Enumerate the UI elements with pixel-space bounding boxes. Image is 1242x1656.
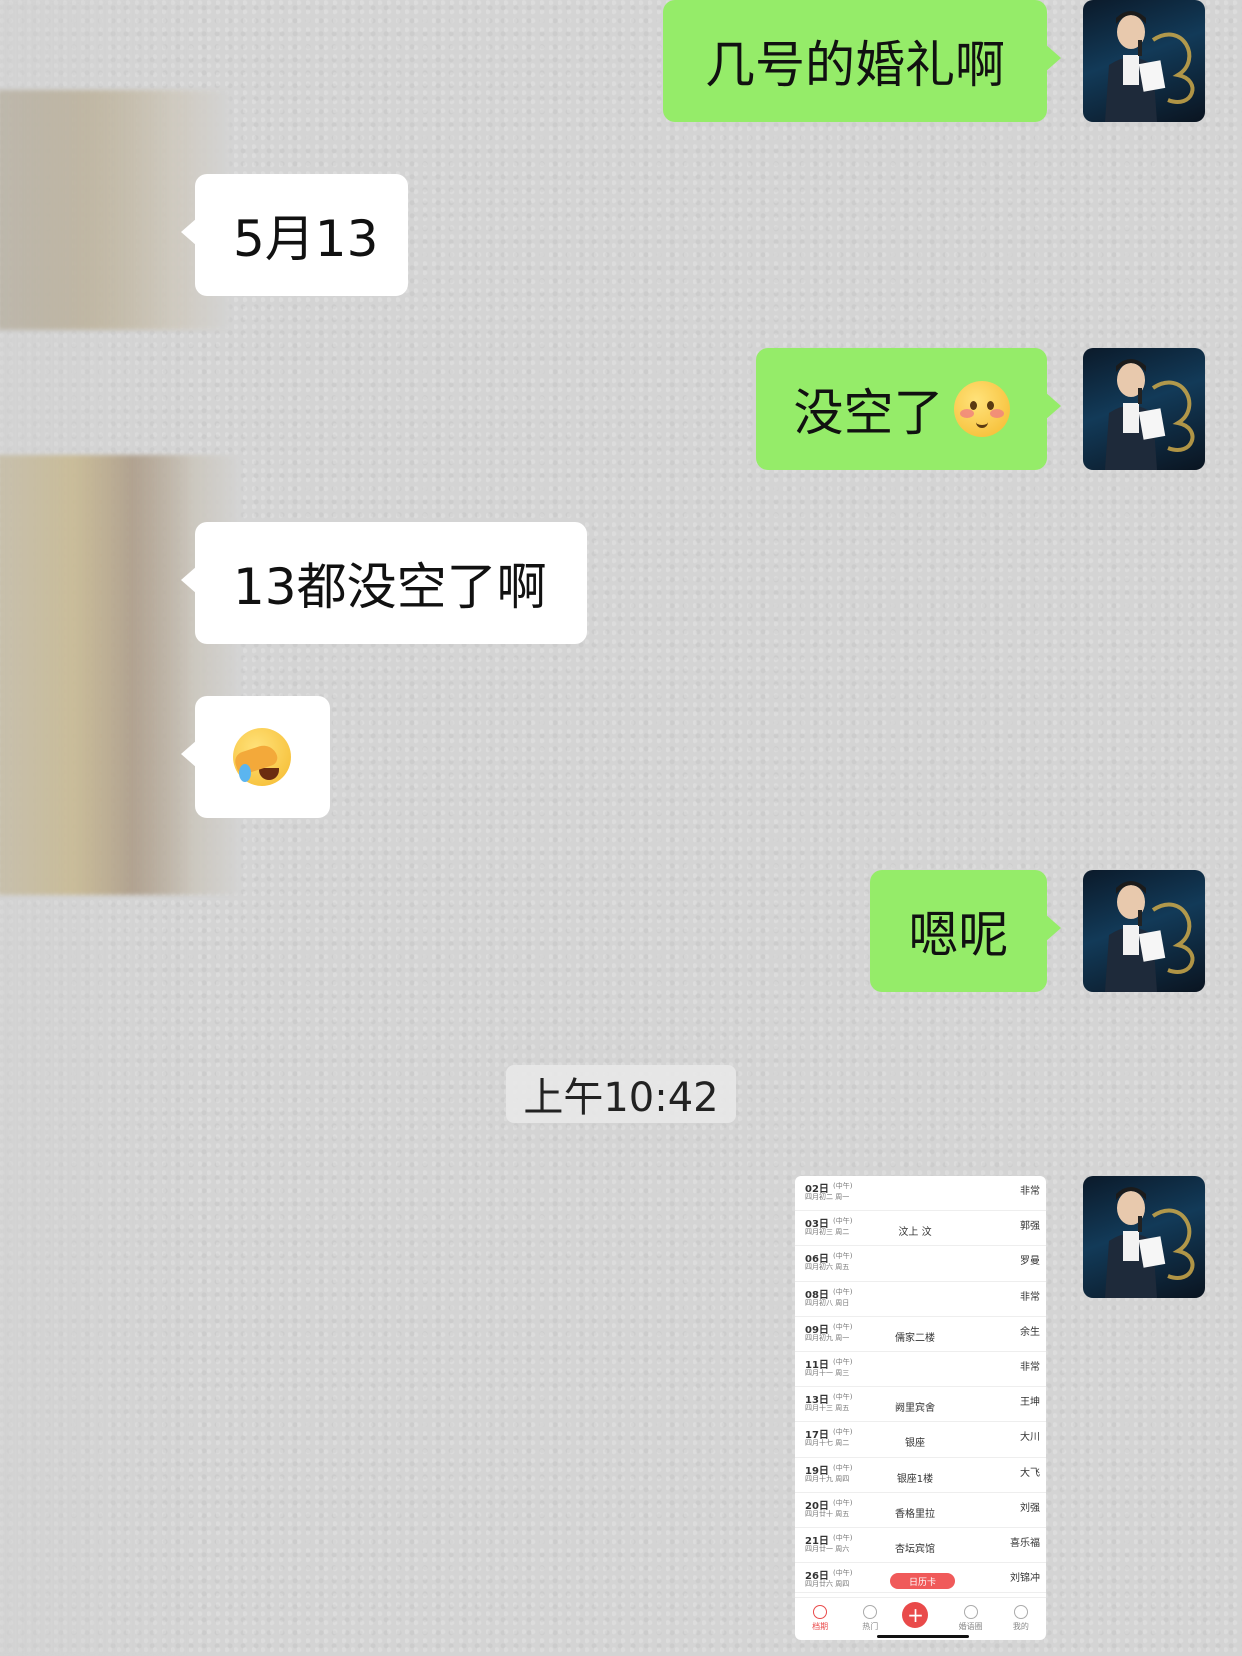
schedule-badge: 日历卡 [890,1573,955,1590]
my-avatar[interactable] [1083,348,1205,470]
planet-icon [963,1605,978,1619]
facepalm-emoji-icon [232,728,291,786]
schedule-lunar-date: 四月廿一 周六 [805,1544,850,1553]
schedule-venue: 银座1楼 [896,1473,934,1485]
schedule-meal: (中午) [833,1428,853,1437]
schedule-host-name: 刘强 [1020,1502,1040,1514]
schedule-lunar-date: 四月廿十 周五 [805,1509,850,1518]
schedule-host-name: 喜乐福 [1010,1537,1040,1549]
schedule-host-name: 刘锦冲 [1010,1573,1040,1585]
profile-icon [1013,1605,1028,1619]
schedule-host-name: 大飞 [1020,1467,1040,1479]
chat-timestamp: 上午10:42 [506,1065,736,1123]
hot-icon [863,1605,878,1619]
message-bubble-outgoing[interactable]: 没空了 [756,348,1061,470]
message-bubble-incoming[interactable]: 5月13 [181,174,408,296]
message-text: 几号的婚礼啊 [705,36,1005,94]
schedule-row: 11日 (中午) 四月十一 周三 非常 [795,1352,1046,1388]
message-bubble-incoming[interactable]: 13都没空了啊 [181,522,587,644]
home-indicator [877,1635,969,1638]
schedule-venue: 阙里宾舍 [895,1403,935,1415]
schedule-row: 20日 (中午) 四月廿十 周五 香格里拉 刘强 [795,1493,1046,1528]
schedule-meal: (中午) [833,1498,853,1507]
nav-item-hot: 热门 [852,1605,888,1632]
schedule-row: 13日 (中午) 四月十三 周五 阙里宾舍 王坤 [795,1387,1046,1423]
schedule-meal: (中午) [833,1287,853,1296]
schedule-lunar-date: 四月十三 周五 [805,1404,850,1413]
schedule-lunar-date: 四月廿六 周四 [805,1580,850,1589]
schedule-row: 21日 (中午) 四月廿一 周六 杏坛宾馆 喜乐福 [795,1528,1046,1564]
image-message-schedule-screenshot[interactable]: 02日 (中午) 四月初二 周一 非常 03日 (中午) 四月初三 周二 汶上 汶郭强 06日(… [795,1176,1046,1640]
schedule-lunar-date: 四月初九 周一 [805,1333,850,1342]
schedule-lunar-date: 四月初三 周二 [805,1228,850,1237]
schedule-lunar-date: 四月初二 周一 [805,1193,850,1201]
schedule-meal: (中午) [833,1252,853,1261]
schedule-venue: 杏坛宾馆 [895,1543,935,1555]
schedule-row: 19日 (中午) 四月十九 周四 银座1楼 大飞 [795,1458,1046,1493]
schedule-row: 17日 (中午) 四月十七 周二 银座 大川 [795,1422,1046,1458]
schedule-host-name: 大川 [1020,1432,1040,1444]
timestamp-text: 上午10:42 [523,1075,719,1121]
my-avatar[interactable] [1083,870,1205,992]
schedule-host-name: 余生 [1020,1326,1040,1338]
nav-item-mine: 我的 [1003,1605,1039,1632]
message-bubble-outgoing[interactable]: 嗯呢 [870,870,1061,992]
schedule-venue: 汶上 汶 [898,1227,932,1239]
schedule-lunar-date: 四月初六 周五 [805,1263,850,1272]
schedule-host-name: 非常 [1020,1186,1040,1197]
nav-item-circle: 婚语圈 [953,1605,989,1632]
schedule-row: 09日 (中午) 四月初九 周一 儒家二楼 余生 [795,1317,1046,1352]
faded-left-edge [0,0,190,1656]
schedule-host-name: 郭强 [1020,1221,1040,1233]
schedule-venue: 银座 [905,1438,925,1450]
schedule-row: 03日 (中午) 四月初三 周二 汶上 汶郭强 [795,1211,1046,1247]
message-bubble-outgoing[interactable]: 几号的婚礼啊 [663,0,1061,122]
plus-icon: + [902,1602,929,1628]
schedule-lunar-date: 四月十七 周二 [805,1439,850,1448]
schedule-meal: (中午) [833,1393,853,1402]
schedule-host-name: 非常 [1020,1291,1040,1303]
nav-item-add: + [902,1602,938,1632]
schedule-list: 02日 (中午) 四月初二 周一 非常 03日 (中午) 四月初三 周二 汶上 汶郭强 06日(… [795,1176,1046,1599]
message-bubble-incoming[interactable] [181,696,330,818]
schedule-host-name: 罗曼 [1020,1256,1040,1268]
schedule-meal: (中午) [833,1569,853,1578]
nav-item-schedule: 档期 [802,1605,838,1632]
schedule-host-name: 王坤 [1020,1397,1040,1409]
clock-icon [813,1605,828,1619]
message-text: 13都没空了啊 [233,558,547,616]
schedule-lunar-date: 四月十一 周三 [805,1368,850,1377]
schedule-meal: (中午) [833,1463,853,1472]
message-text: 没空了 [793,384,944,442]
schedule-venue: 香格里拉 [895,1508,935,1520]
schedule-row: 08日 (中午) 四月初八 周日 非常 [795,1282,1046,1317]
smiling-blush-emoji-icon [953,381,1010,437]
my-avatar[interactable] [1083,0,1205,122]
schedule-meal: (中午) [833,1533,853,1542]
schedule-venue: 儒家二楼 [895,1332,935,1344]
schedule-meal: (中午) [833,1357,853,1366]
schedule-row: 02日 (中午) 四月初二 周一 非常 [795,1176,1046,1212]
schedule-lunar-date: 四月十九 周四 [805,1474,850,1483]
schedule-meal: (中午) [833,1182,853,1190]
schedule-meal: (中午) [833,1217,853,1226]
my-avatar[interactable] [1083,1176,1205,1298]
message-text: 5月13 [233,210,379,268]
schedule-lunar-date: 四月初八 周日 [805,1298,850,1307]
schedule-host-name: 非常 [1020,1361,1040,1373]
schedule-meal: (中午) [833,1322,853,1331]
message-text: 嗯呢 [908,906,1009,964]
screenshot-bottom-nav: 档期 热门 + 婚语圈 我的 [795,1592,1046,1640]
schedule-row: 06日 (中午) 四月初六 周五 罗曼 [795,1246,1046,1282]
